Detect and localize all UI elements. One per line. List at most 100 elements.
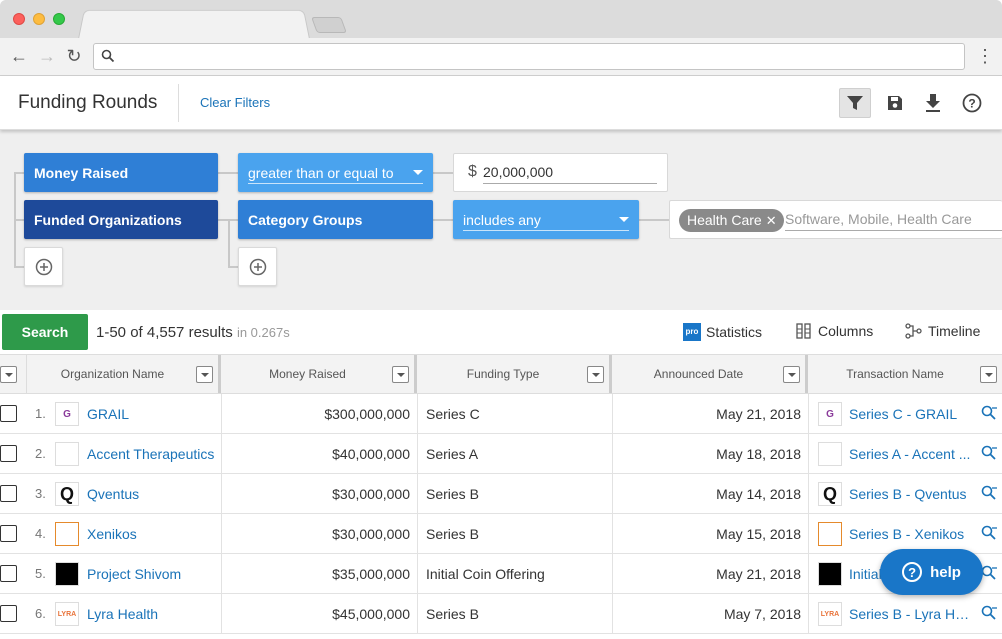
filter-field-label: Funded Organizations (34, 211, 182, 228)
filter-field-label: Money Raised (34, 164, 129, 181)
minimize-window-icon[interactable] (33, 13, 45, 25)
search-plus-icon[interactable] (980, 524, 998, 542)
row-checkbox[interactable] (0, 445, 17, 462)
column-menu-dropdown[interactable] (196, 366, 213, 383)
search-plus-icon[interactable] (980, 484, 998, 502)
table-row[interactable]: 6. LYRA Lyra Health $45,000,000 Series B May … (0, 594, 1002, 634)
reload-icon[interactable]: ↻ (64, 46, 84, 66)
tree-connector (14, 219, 24, 221)
table-row[interactable]: 1. G GRAIL $300,000,000 Series C May 21, 2018… (0, 394, 1002, 434)
row-checkbox[interactable] (0, 405, 17, 422)
row-checkbox[interactable] (0, 525, 17, 542)
help-button[interactable]: ? help (880, 549, 983, 595)
column-header-organization[interactable]: Organization Name (27, 355, 221, 393)
transaction-name-link[interactable]: Series B - Lyra He... (849, 594, 971, 634)
row-checkbox[interactable] (0, 565, 17, 582)
search-button[interactable]: Search (2, 314, 88, 350)
org-name-link[interactable]: Accent Therapeutics (87, 434, 217, 474)
add-subfilter-button[interactable] (238, 247, 277, 286)
add-filter-button[interactable] (24, 247, 63, 286)
maximize-window-icon[interactable] (53, 13, 65, 25)
download-icon[interactable] (917, 88, 949, 118)
columns-button[interactable]: Columns (796, 323, 873, 339)
column-header-funding-type[interactable]: Funding Type (417, 355, 612, 393)
column-menu-dropdown[interactable] (980, 366, 997, 383)
funding-type-cell: Series B (426, 606, 479, 622)
health-care-tag[interactable]: Health Care ✕ (679, 209, 784, 232)
filter-icon[interactable] (839, 88, 871, 118)
org-name-link[interactable]: Qventus (87, 474, 217, 514)
back-arrow-icon[interactable]: ← (9, 46, 29, 66)
filter-operator-select[interactable]: greater than or equal to (238, 153, 433, 192)
timeline-icon (905, 323, 922, 339)
timeline-button[interactable]: Timeline (905, 323, 980, 339)
new-tab-button[interactable] (311, 17, 347, 33)
pro-badge-icon: pro (683, 323, 701, 341)
clear-filters-link[interactable]: Clear Filters (200, 95, 270, 110)
cell-divider (808, 594, 809, 634)
org-name-link[interactable]: Lyra Health (87, 594, 217, 634)
row-number: 1. (35, 406, 46, 421)
transaction-logo: LYRA (818, 602, 842, 626)
row-number: 3. (35, 486, 46, 501)
results-bar: Search 1-50 of 4,557 results in 0.267s p… (0, 310, 1002, 354)
close-window-icon[interactable] (13, 13, 25, 25)
transaction-name-link[interactable]: Series B - Xenikos (849, 514, 971, 554)
cell-divider (417, 394, 418, 434)
plus-circle-icon (249, 258, 266, 275)
tag-input-placeholder[interactable]: Software, Mobile, Health Care (785, 211, 972, 227)
column-header-transaction-name[interactable]: Transaction Name (808, 355, 1002, 393)
column-menu-dropdown[interactable] (392, 366, 409, 383)
table-row[interactable]: 2. Accent Therapeutics $40,000,000 Series A… (0, 434, 1002, 474)
money-value-input[interactable]: $ 20,000,000 (453, 153, 668, 192)
transaction-name-link[interactable]: Series A - Accent ... (849, 434, 971, 474)
filter-subfield-category-groups[interactable]: Category Groups (238, 200, 433, 239)
search-plus-icon[interactable] (980, 604, 998, 622)
tree-connector (228, 219, 230, 268)
column-menu-dropdown[interactable] (783, 366, 800, 383)
save-icon[interactable] (879, 88, 911, 118)
search-plus-icon[interactable] (980, 404, 998, 422)
search-plus-icon[interactable] (980, 444, 998, 462)
org-logo-text: Q (59, 483, 74, 504)
column-header-money-raised[interactable]: Money Raised (221, 355, 417, 393)
transaction-logo: G (818, 402, 842, 426)
select-all-dropdown[interactable] (0, 366, 17, 383)
table-row[interactable]: 3. Q Qventus $30,000,000 Series B May 14, 201… (0, 474, 1002, 514)
select-all-column (0, 355, 27, 393)
transaction-logo (818, 442, 842, 466)
row-number: 2. (35, 446, 46, 461)
close-icon[interactable]: ✕ (766, 209, 777, 232)
help-icon[interactable]: ? (956, 88, 988, 118)
category-tag-input[interactable]: Health Care ✕ Software, Mobile, Health C… (669, 200, 1002, 239)
filter-field-funded-organizations[interactable]: Funded Organizations (24, 200, 218, 239)
transaction-name-link[interactable]: Series B - Qventus (849, 474, 971, 514)
row-number: 5. (35, 566, 46, 581)
url-bar[interactable] (93, 43, 965, 70)
filter-field-money-raised[interactable]: Money Raised (24, 153, 218, 192)
statistics-button[interactable]: pro Statistics (683, 323, 762, 341)
column-menu-dropdown[interactable] (587, 366, 604, 383)
row-checkbox[interactable] (0, 605, 17, 622)
row-checkbox[interactable] (0, 485, 17, 502)
table-row[interactable]: 4. Xenikos $30,000,000 Series B May 15, 2018… (0, 514, 1002, 554)
filter-operator-select[interactable]: includes any (453, 200, 639, 239)
forward-arrow-icon[interactable]: → (37, 46, 57, 66)
org-name-link[interactable]: Xenikos (87, 514, 217, 554)
result-count: 1-50 of 4,557 results in 0.267s (96, 324, 290, 341)
money-value[interactable]: 20,000,000 (483, 164, 553, 180)
columns-label: Columns (818, 323, 874, 339)
page-title: Funding Rounds (18, 92, 158, 113)
table-row[interactable]: 5. Project Shivom $35,000,000 Initial Coin … (0, 554, 1002, 594)
result-time: in 0.267s (236, 325, 290, 340)
funding-type-cell: Series A (426, 446, 479, 462)
menu-dots-icon[interactable]: ⋮ (976, 46, 994, 66)
column-header-announced-date[interactable]: Announced Date (612, 355, 808, 393)
org-name-link[interactable]: Project Shivom (87, 554, 217, 594)
org-name-link[interactable]: GRAIL (87, 394, 217, 434)
transaction-logo-text: LYRA (820, 610, 840, 618)
browser-tab[interactable] (78, 9, 310, 39)
transaction-name-link[interactable]: Series C - GRAIL (849, 394, 971, 434)
transaction-logo-text: Q (822, 483, 837, 504)
filter-operator-label: includes any (463, 211, 541, 228)
